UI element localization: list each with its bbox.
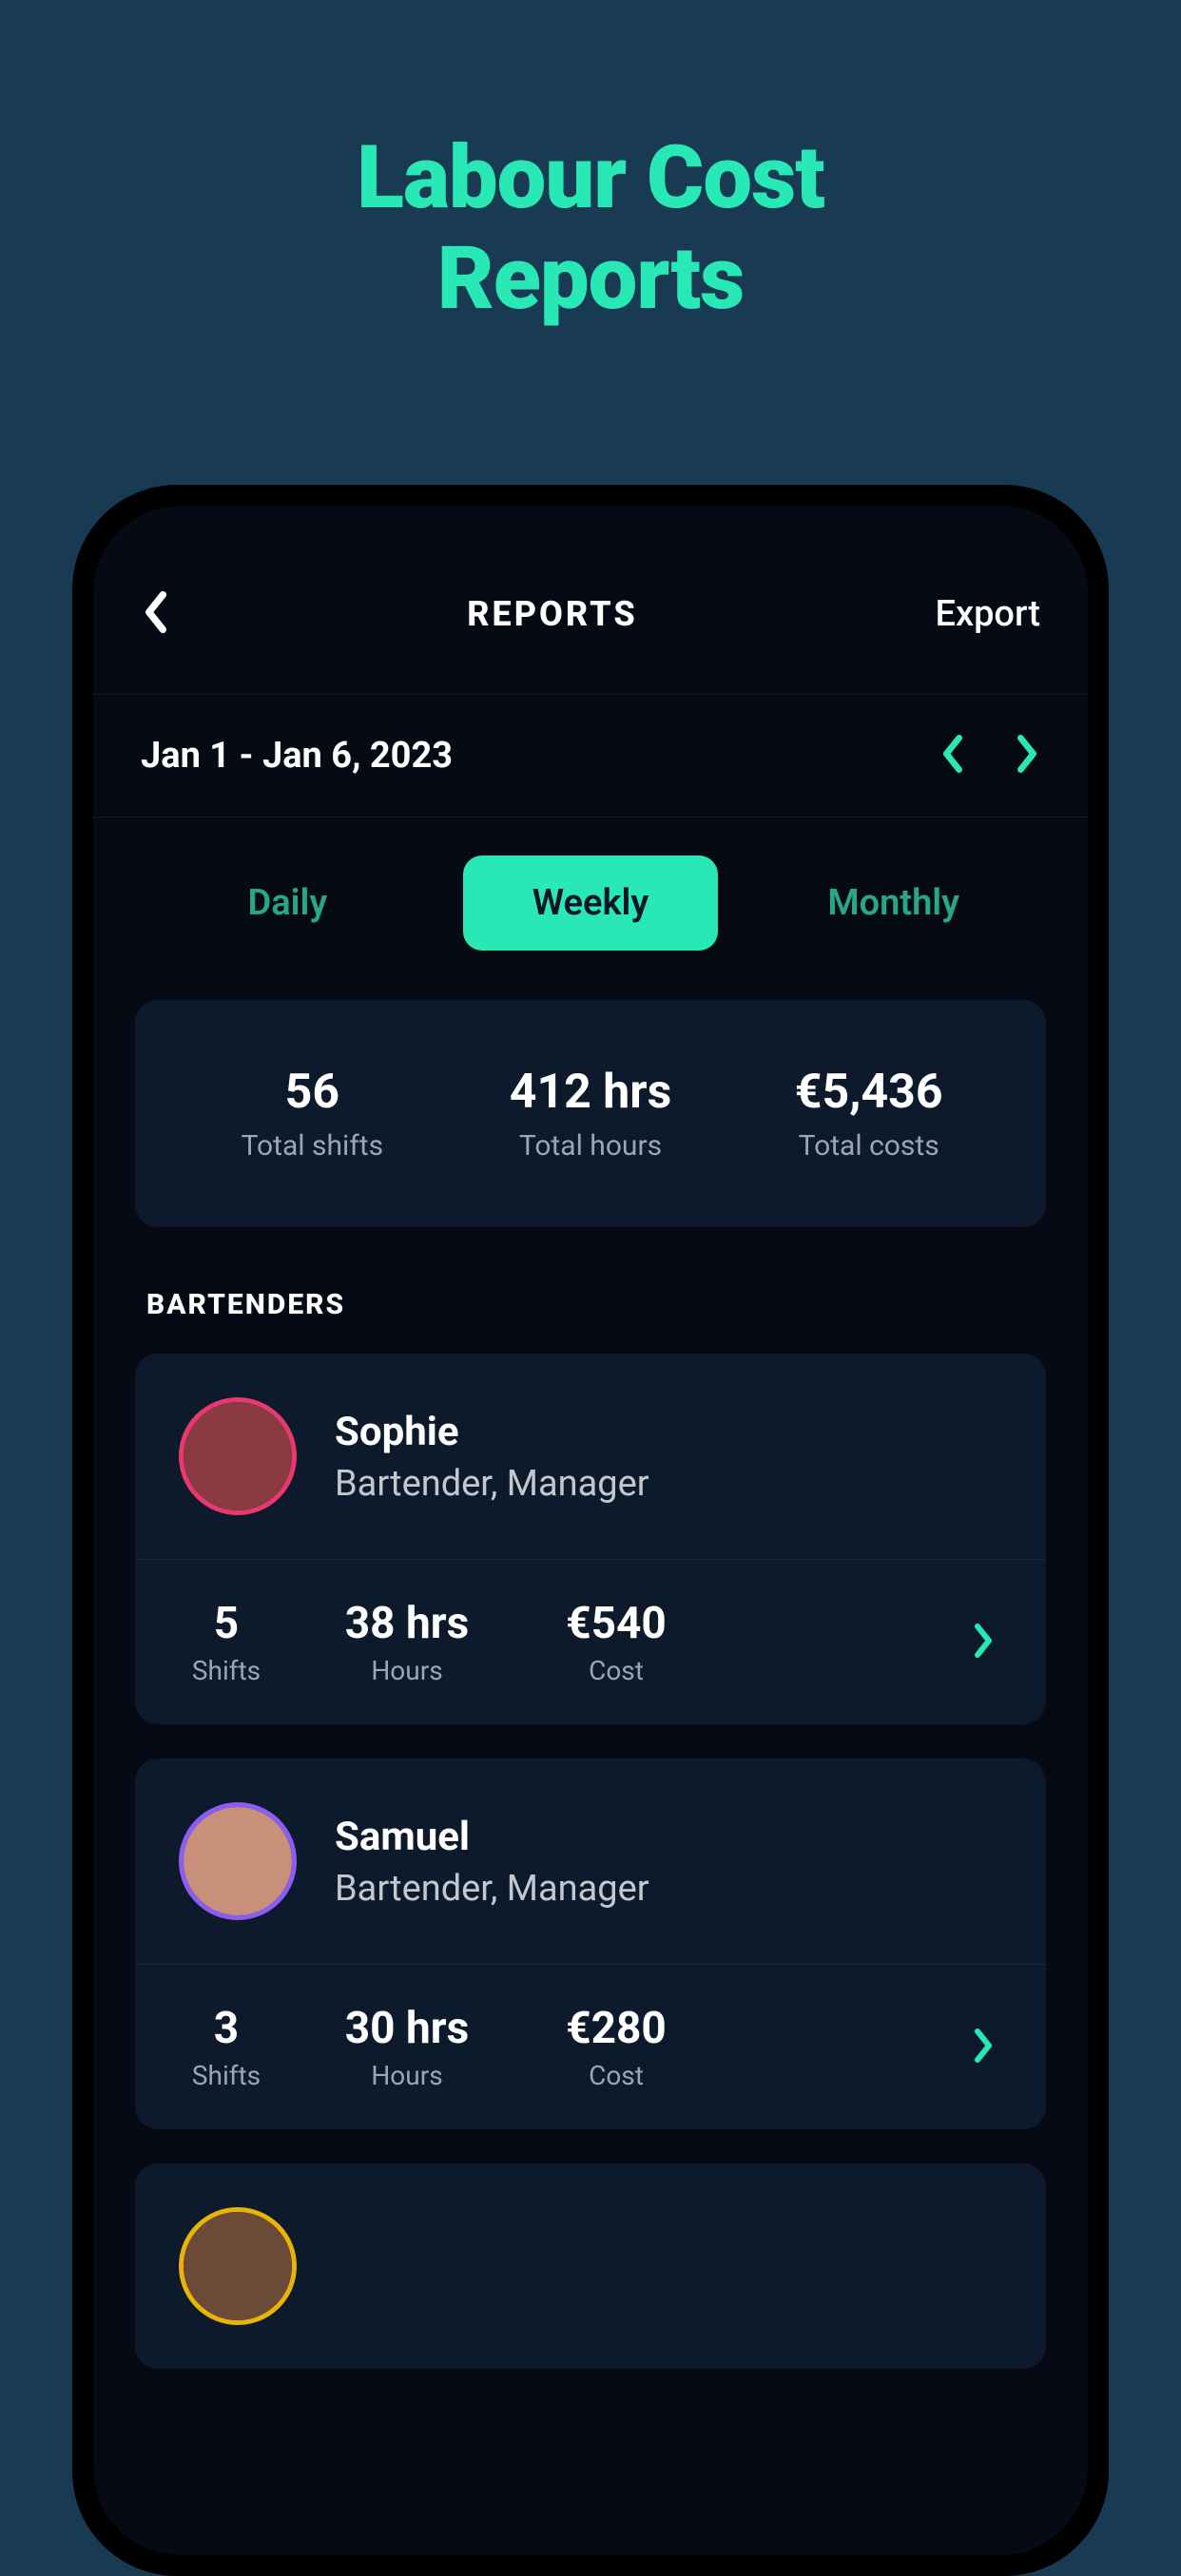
section-header-bartenders: BARTENDERS bbox=[93, 1269, 1088, 1354]
export-button[interactable]: Export bbox=[907, 593, 1040, 635]
stat-group: 5 Shifts 38 hrs Hours €540 Cost bbox=[179, 1598, 972, 1686]
stat-shifts: 5 Shifts bbox=[179, 1598, 274, 1686]
stat-cost: €280 Cost bbox=[540, 2003, 692, 2091]
promo-title-line2: Reports bbox=[437, 228, 745, 330]
avatar bbox=[179, 1397, 297, 1515]
summary-shifts-value: 56 bbox=[285, 1065, 339, 1120]
summary-shifts-label: Total shifts bbox=[242, 1129, 383, 1163]
employee-detail-button[interactable] bbox=[972, 1624, 1002, 1662]
employee-header: Sophie Bartender, Manager bbox=[135, 1354, 1046, 1560]
stat-shifts-value: 3 bbox=[214, 2003, 239, 2054]
chevron-right-icon bbox=[1014, 735, 1040, 773]
stat-shifts-value: 5 bbox=[214, 1598, 239, 1649]
summary-card: 56 Total shifts 412 hrs Total hours €5,4… bbox=[135, 1000, 1046, 1227]
stat-hours-label: Hours bbox=[371, 1655, 442, 1686]
stat-shifts-label: Shifts bbox=[192, 1655, 261, 1686]
phone-frame: REPORTS Export Jan 1 - Jan 6, 2023 bbox=[72, 485, 1109, 2576]
chevron-right-icon bbox=[972, 2028, 995, 2063]
employee-header bbox=[135, 2163, 1046, 2369]
date-range-label: Jan 1 - Jan 6, 2023 bbox=[141, 735, 453, 777]
summary-hours-label: Total hours bbox=[519, 1129, 662, 1163]
back-button[interactable] bbox=[141, 591, 198, 637]
stat-cost-label: Cost bbox=[589, 1655, 644, 1686]
employee-name: Sophie bbox=[335, 1409, 649, 1455]
employee-name: Samuel bbox=[335, 1814, 649, 1860]
avatar-image bbox=[184, 1402, 292, 1510]
stat-cost: €540 Cost bbox=[540, 1598, 692, 1686]
summary-costs: €5,436 Total costs bbox=[729, 1065, 1008, 1163]
period-tabs: Daily Weekly Monthly bbox=[93, 817, 1088, 989]
stat-hours: 30 hrs Hours bbox=[331, 2003, 483, 2091]
summary-costs-label: Total costs bbox=[799, 1129, 939, 1163]
employee-card[interactable]: Sophie Bartender, Manager 5 Shifts 38 hr… bbox=[135, 1354, 1046, 1724]
phone-screen: REPORTS Export Jan 1 - Jan 6, 2023 bbox=[93, 506, 1088, 2555]
chevron-left-icon bbox=[939, 735, 966, 773]
summary-hours-value: 412 hrs bbox=[510, 1065, 671, 1120]
summary-hours: 412 hrs Total hours bbox=[452, 1065, 730, 1163]
summary-costs-value: €5,436 bbox=[795, 1065, 943, 1120]
stat-cost-value: €540 bbox=[566, 1598, 667, 1649]
app-header: REPORTS Export bbox=[93, 506, 1088, 695]
chevron-left-icon bbox=[141, 591, 171, 633]
header-title: REPORTS bbox=[198, 594, 907, 634]
stat-shifts: 3 Shifts bbox=[179, 2003, 274, 2091]
employee-role: Bartender, Manager bbox=[335, 1463, 649, 1505]
stat-hours: 38 hrs Hours bbox=[331, 1598, 483, 1686]
employee-role: Bartender, Manager bbox=[335, 1868, 649, 1910]
employee-info: Samuel Bartender, Manager bbox=[335, 1814, 649, 1910]
tab-weekly[interactable]: Weekly bbox=[463, 855, 719, 951]
date-next-button[interactable] bbox=[1014, 735, 1040, 777]
stat-hours-value: 30 hrs bbox=[345, 2003, 469, 2054]
summary-shifts: 56 Total shifts bbox=[173, 1065, 452, 1163]
employee-detail-button[interactable] bbox=[972, 2028, 1002, 2067]
tab-monthly[interactable]: Monthly bbox=[765, 855, 1021, 951]
avatar-image bbox=[184, 1807, 292, 1915]
chevron-right-icon bbox=[972, 1624, 995, 1658]
avatar bbox=[179, 1802, 297, 1920]
employee-stats: 5 Shifts 38 hrs Hours €540 Cost bbox=[135, 1560, 1046, 1724]
date-nav bbox=[939, 735, 1040, 777]
stat-cost-value: €280 bbox=[566, 2003, 667, 2054]
employee-info: Sophie Bartender, Manager bbox=[335, 1409, 649, 1505]
date-prev-button[interactable] bbox=[939, 735, 966, 777]
employee-stats: 3 Shifts 30 hrs Hours €280 Cost bbox=[135, 1965, 1046, 2129]
avatar-image bbox=[184, 2212, 292, 2320]
stat-shifts-label: Shifts bbox=[192, 2060, 261, 2091]
stat-group: 3 Shifts 30 hrs Hours €280 Cost bbox=[179, 2003, 972, 2091]
stat-hours-value: 38 hrs bbox=[345, 1598, 469, 1649]
employee-header: Samuel Bartender, Manager bbox=[135, 1759, 1046, 1965]
stat-cost-label: Cost bbox=[589, 2060, 644, 2091]
date-range-row: Jan 1 - Jan 6, 2023 bbox=[93, 695, 1088, 817]
stat-hours-label: Hours bbox=[371, 2060, 442, 2091]
promo-title-line1: Labour Cost bbox=[357, 127, 824, 229]
employee-card[interactable]: Samuel Bartender, Manager 3 Shifts 30 hr… bbox=[135, 1759, 1046, 2129]
promo-title: Labour Cost Reports bbox=[0, 0, 1181, 330]
employee-card[interactable] bbox=[135, 2163, 1046, 2369]
tab-daily[interactable]: Daily bbox=[160, 855, 416, 951]
avatar bbox=[179, 2207, 297, 2325]
